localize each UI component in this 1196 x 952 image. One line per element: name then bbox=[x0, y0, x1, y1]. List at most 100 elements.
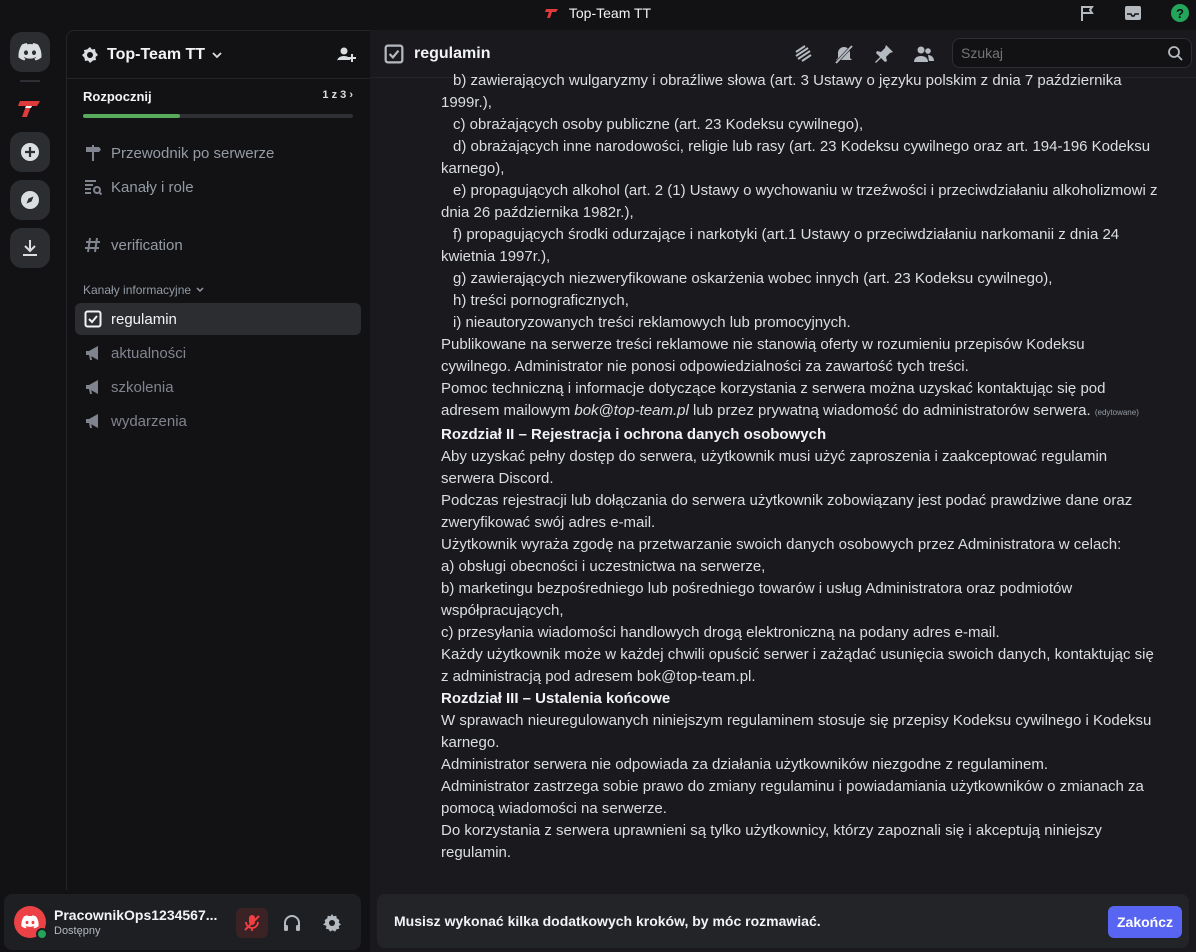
rule-line: b) zawierających wulgaryzmy i obraźliwe … bbox=[453, 72, 1122, 89]
email-link[interactable]: bok@top-team.pl bbox=[574, 402, 688, 419]
rule-line: c) obrażających osoby publiczne (art. 23… bbox=[453, 116, 864, 133]
rule-line: W sprawach nieuregulowanych niniejszym r… bbox=[441, 712, 1152, 729]
channel-sidebar: Top-Team TT Rozpocznij 1 z 3 › Przewodni… bbox=[66, 30, 370, 890]
rule-line: serwera Discord. bbox=[441, 470, 554, 487]
flag-icon[interactable] bbox=[1078, 3, 1098, 23]
rule-line: b) marketingu bezpośredniego lub pośredn… bbox=[441, 580, 1073, 597]
rule-line: c) przesyłania wiadomości handlowych dro… bbox=[441, 624, 1000, 641]
user-panel: PracownikOps1234567... Dostępny bbox=[4, 894, 361, 950]
channel-szkolenia[interactable]: szkolenia bbox=[75, 371, 361, 403]
server-name: Top-Team TT bbox=[107, 45, 206, 63]
onboarding-title: Rozpocznij bbox=[83, 89, 152, 104]
section-heading-text: Rozdział III – Ustalenia końcowe bbox=[441, 690, 671, 707]
finish-button[interactable]: Zakończ bbox=[1108, 906, 1182, 938]
onboarding-count-text: 1 z 3 bbox=[322, 89, 347, 101]
rule-line: Aby uzyskać pełny dostęp do serwera, uży… bbox=[441, 448, 1108, 465]
pinned-messages-button[interactable] bbox=[872, 42, 896, 66]
threads-button[interactable] bbox=[792, 42, 816, 66]
category-header[interactable]: Kanały informacyjne bbox=[83, 283, 205, 297]
rule-line: karnego), bbox=[441, 160, 505, 177]
rule-line: cywilnego. Administrator nie ponosi odpo… bbox=[441, 358, 969, 375]
rule-text: adresem mailowym bbox=[441, 402, 575, 419]
rule-line: Każdy użytkownik może w każdej chwili op… bbox=[441, 646, 1154, 663]
user-status: Dostępny bbox=[54, 925, 101, 937]
channel-verification-label: verification bbox=[111, 236, 183, 254]
rule-line: dnia 26 października 1982r.), bbox=[441, 204, 634, 221]
announcement-icon bbox=[83, 377, 103, 397]
onboarding-notice-text: Musisz wykonać kilka dodatkowych kroków,… bbox=[394, 913, 821, 929]
rule-line: 1999r.), bbox=[441, 94, 492, 111]
rule-line: z administracją pod adresem bok@top-team… bbox=[441, 668, 756, 685]
discover-button[interactable] bbox=[10, 180, 50, 220]
compass-icon bbox=[21, 191, 39, 209]
channel-wydarzenia[interactable]: wydarzenia bbox=[75, 405, 361, 437]
announcement-icon bbox=[83, 411, 103, 431]
channel-aktualnosci[interactable]: aktualności bbox=[75, 337, 361, 369]
main-panel: regulamin b) zawierających wulgaryzmy i … bbox=[370, 30, 1196, 952]
top-team-logo-icon bbox=[18, 101, 40, 117]
onboarding-progress-bar bbox=[83, 114, 353, 118]
username[interactable]: PracownikOps1234567... bbox=[54, 907, 229, 923]
rule-line: Administrator serwera nie odpowiada za d… bbox=[441, 756, 1048, 773]
channel-regulamin-label: regulamin bbox=[111, 310, 177, 328]
rule-line: adresem mailowym bok@top-team.pl lub prz… bbox=[441, 400, 1176, 424]
search-icon bbox=[1168, 46, 1183, 61]
user-settings-button[interactable] bbox=[316, 908, 348, 938]
channel-regulamin[interactable]: regulamin bbox=[75, 303, 361, 335]
rule-line: d) obrażających inne narodowości, religi… bbox=[453, 138, 1151, 155]
channel-verification[interactable]: verification bbox=[75, 229, 361, 261]
search-box[interactable] bbox=[952, 38, 1192, 68]
home-button[interactable] bbox=[10, 32, 50, 72]
rule-line: Administrator zastrzega sobie prawo do z… bbox=[441, 778, 1144, 795]
rule-line: a) obsługi obecności i uczestnictwa na s… bbox=[441, 558, 766, 575]
download-button[interactable] bbox=[10, 228, 50, 268]
chevron-down-icon bbox=[196, 287, 204, 293]
window-title: Top-Team TT bbox=[568, 5, 652, 21]
server-icon-top-team[interactable] bbox=[10, 88, 50, 128]
rule-line: Podczas rejestracji lub dołączania do se… bbox=[441, 492, 1133, 509]
onboarding-progress[interactable]: Rozpocznij 1 z 3 › bbox=[83, 89, 353, 118]
deafen-button[interactable] bbox=[276, 908, 308, 938]
rule-line: Pomoc techniczną i informacje dotyczące … bbox=[441, 380, 1106, 397]
onboarding-count: 1 z 3 › bbox=[322, 89, 353, 101]
channel-title: regulamin bbox=[414, 44, 491, 62]
pin-icon bbox=[875, 45, 893, 63]
rule-line: zweryfikować swój adres e-mail. bbox=[441, 514, 656, 531]
section-heading: Rozdział III – Ustalenia końcowe bbox=[441, 688, 1176, 710]
rail-separator bbox=[20, 80, 40, 82]
hashtag-icon bbox=[83, 235, 103, 255]
download-icon bbox=[23, 240, 37, 256]
server-header[interactable]: Top-Team TT bbox=[67, 31, 370, 79]
notifications-button[interactable] bbox=[832, 42, 856, 66]
bell-muted-icon bbox=[834, 44, 854, 65]
member-list-button[interactable] bbox=[912, 42, 936, 66]
gear-icon bbox=[323, 914, 341, 932]
rules-icon bbox=[83, 309, 103, 329]
channel-szkolenia-label: szkolenia bbox=[111, 378, 174, 396]
edited-label: (edytowane) bbox=[1094, 408, 1139, 417]
chevron-right-icon: › bbox=[349, 89, 353, 101]
mic-muted-icon bbox=[244, 915, 260, 931]
channel-wydarzenia-label: wydarzenia bbox=[111, 412, 187, 430]
rule-line: karnego. bbox=[441, 734, 500, 751]
window-title-group: Top-Team TT bbox=[0, 0, 1196, 26]
chevron-down-icon bbox=[212, 51, 222, 58]
threads-icon bbox=[795, 45, 812, 62]
online-status-dot bbox=[36, 928, 48, 940]
rule-line: Użytkownik wyraża zgodę na przetwarzanie… bbox=[441, 536, 1122, 553]
section-heading-text: Rozdział II – Rejestracja i ochrona dany… bbox=[441, 426, 827, 443]
nav-server-guide[interactable]: Przewodnik po serwerze bbox=[75, 137, 361, 169]
help-icon[interactable]: ? bbox=[1170, 3, 1190, 23]
invite-people-icon[interactable] bbox=[336, 45, 356, 65]
add-server-button[interactable] bbox=[10, 132, 50, 172]
nav-channels-roles[interactable]: Kanały i role bbox=[75, 171, 361, 203]
inbox-icon[interactable] bbox=[1123, 3, 1143, 23]
rule-line: Do korzystania z serwera uprawnieni są t… bbox=[441, 822, 1102, 839]
members-icon bbox=[914, 46, 934, 62]
announcement-icon bbox=[83, 343, 103, 363]
onboarding-progress-fill bbox=[83, 114, 181, 118]
signpost-icon bbox=[83, 143, 103, 163]
mute-button[interactable] bbox=[236, 908, 268, 938]
search-input[interactable] bbox=[961, 45, 1161, 61]
svg-text:?: ? bbox=[1176, 6, 1184, 21]
